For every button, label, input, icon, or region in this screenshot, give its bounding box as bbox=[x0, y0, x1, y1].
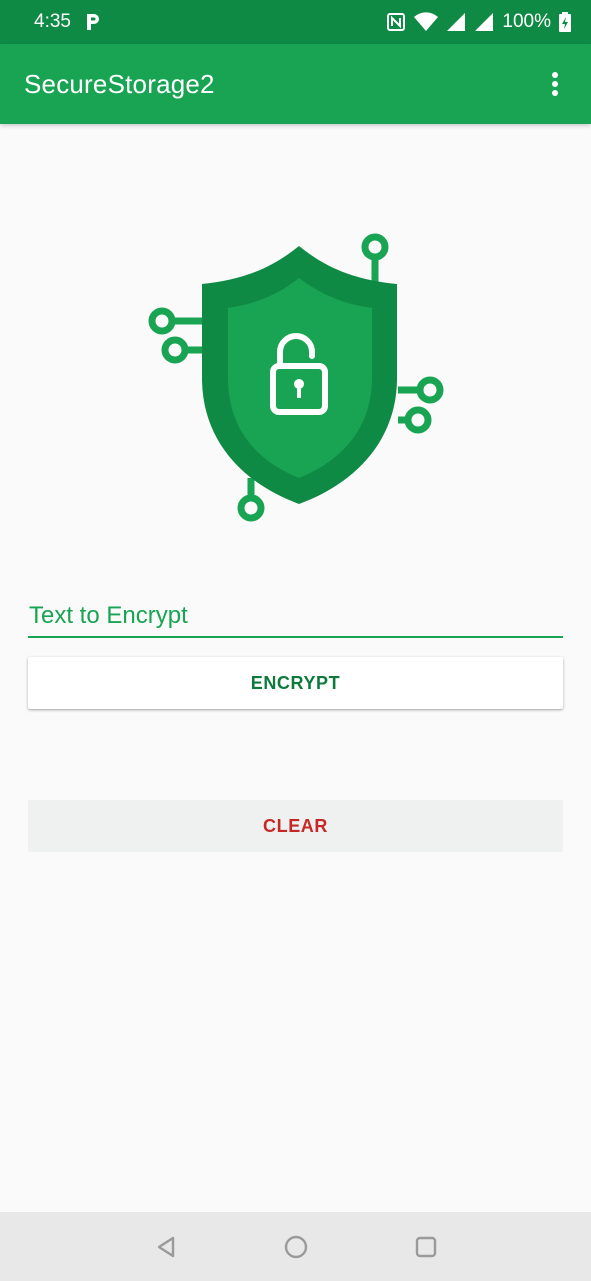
text-to-encrypt-field[interactable] bbox=[28, 596, 563, 638]
status-bar: 4:35 100% bbox=[0, 0, 591, 44]
recents-square-icon[interactable] bbox=[406, 1227, 446, 1267]
nfc-icon bbox=[386, 12, 406, 32]
shield-unlocked-circuit-icon bbox=[140, 228, 450, 528]
app-bar: SecureStorage2 bbox=[0, 44, 591, 124]
battery-text: 100% bbox=[502, 11, 551, 32]
system-nav-bar bbox=[0, 1212, 591, 1281]
battery-charging-icon bbox=[559, 12, 571, 32]
back-triangle-icon[interactable] bbox=[146, 1227, 186, 1267]
encrypt-button[interactable]: ENCRYPT bbox=[28, 657, 563, 709]
app-title: SecureStorage2 bbox=[24, 68, 215, 99]
signal-icon bbox=[474, 12, 494, 32]
clear-button[interactable]: CLEAR bbox=[28, 800, 563, 852]
text-to-encrypt-input[interactable] bbox=[28, 596, 563, 636]
status-time: 4:35 bbox=[34, 11, 71, 32]
overflow-menu-icon[interactable] bbox=[543, 64, 567, 104]
home-circle-icon[interactable] bbox=[276, 1227, 316, 1267]
signal-icon bbox=[446, 12, 466, 32]
parking-p-icon bbox=[85, 13, 101, 31]
wifi-icon bbox=[414, 12, 439, 32]
